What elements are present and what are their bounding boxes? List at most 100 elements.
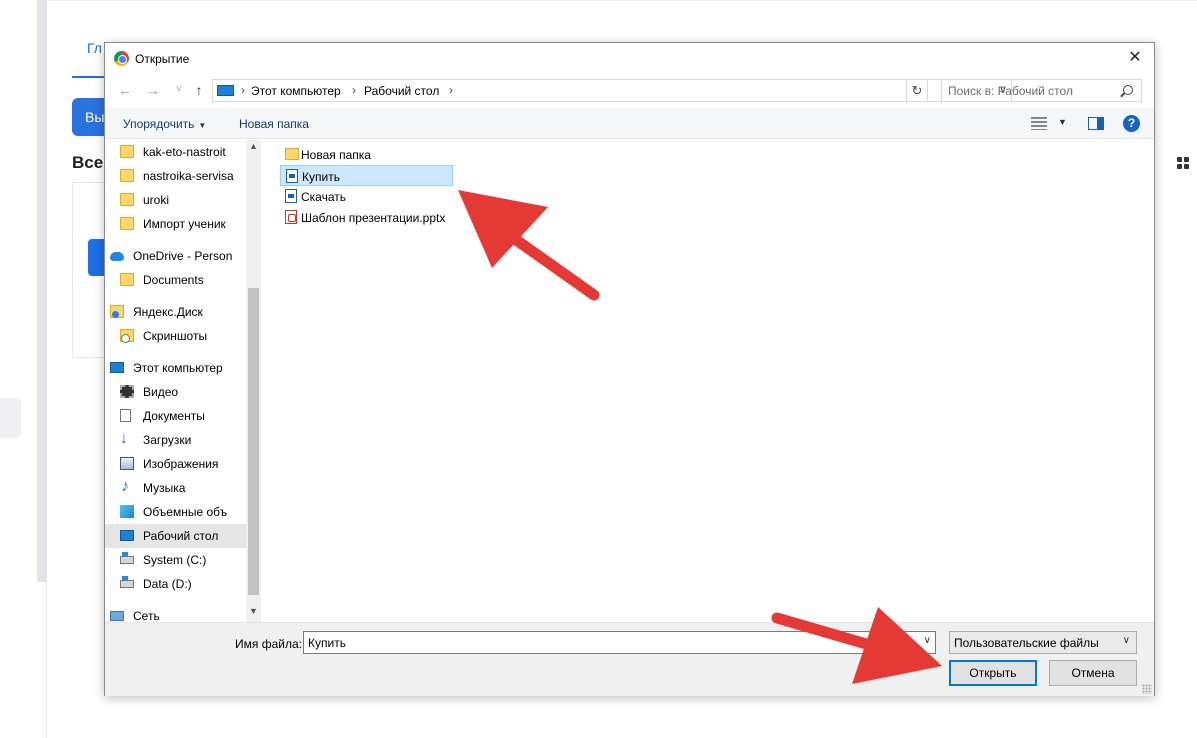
file-item[interactable]: Новая папка (280, 144, 460, 165)
back-button[interactable]: ← (117, 81, 133, 99)
pdf-icon (285, 210, 297, 224)
nav-item[interactable]: kak-eto-nastroit (105, 140, 246, 164)
document-icon (286, 169, 298, 183)
file-type-value: Пользовательские файлы (954, 636, 1099, 650)
nav-item[interactable]: Этот компьютер (105, 356, 246, 380)
filename-field[interactable]: ∨ (303, 631, 936, 654)
documents-icon (120, 409, 131, 422)
breadcrumb-desktop[interactable]: Рабочий стол (364, 84, 439, 98)
search-box[interactable] (941, 79, 1142, 102)
recent-locations-button[interactable]: ˅ (171, 81, 187, 99)
nav-scrollbar-thumb[interactable] (248, 288, 259, 595)
search-input[interactable] (948, 82, 1118, 99)
nav-item[interactable]: Загрузки (105, 428, 246, 452)
nav-item[interactable]: Музыка (105, 476, 246, 500)
nav-item-label: Импорт ученик (143, 217, 226, 231)
resize-grip-icon[interactable] (1142, 684, 1152, 694)
folder-icon (120, 217, 134, 230)
up-button[interactable]: ↑ (191, 81, 207, 99)
nav-item[interactable]: Documents (105, 268, 246, 292)
nav-item[interactable]: Изображения (105, 452, 246, 476)
nav-item[interactable]: Документы (105, 404, 246, 428)
scroll-up-icon[interactable]: ▲ (246, 141, 261, 151)
nav-item[interactable]: Яндекс.Диск (105, 300, 246, 324)
filename-input[interactable] (308, 635, 908, 651)
nav-item-label: Музыка (143, 481, 186, 495)
page-top-border (47, 0, 1197, 1)
breadcrumb-separator[interactable]: › (449, 83, 453, 97)
nav-item-label: Этот компьютер (133, 361, 223, 375)
file-name: Шаблон презентации.pptx (301, 211, 446, 225)
folder-icon (120, 193, 134, 206)
folder-icon (285, 148, 299, 160)
nav-item-label: nastroika-servisa (143, 169, 234, 183)
nav-item[interactable]: nastroika-servisa (105, 164, 246, 188)
breadcrumb-this-pc[interactable]: Этот компьютер (251, 84, 341, 98)
nav-item[interactable]: Data (D:) (105, 572, 246, 596)
nav-item[interactable]: Видео (105, 380, 246, 404)
view-options-icon[interactable] (1031, 117, 1047, 130)
nav-item-label: uroki (143, 193, 170, 207)
video-icon (120, 385, 134, 398)
help-icon[interactable]: ? (1123, 115, 1140, 132)
breadcrumb-separator[interactable]: › (241, 83, 245, 97)
folder-icon (120, 273, 134, 286)
filename-label: Имя файла: (235, 637, 302, 651)
preview-pane-icon[interactable] (1088, 117, 1104, 130)
file-name: Новая папка (301, 148, 371, 162)
file-item[interactable]: Скачать (280, 186, 460, 207)
organize-label: Упорядочить (123, 117, 195, 131)
nav-item-label: Рабочий стол (143, 529, 219, 543)
refresh-button[interactable]: ↻ (906, 79, 928, 102)
nav-item[interactable]: Сеть (105, 604, 246, 622)
open-file-dialog: Открытие ✕ ← → ˅ ↑ › Этот компьютер › Ра… (104, 42, 1155, 696)
open-button[interactable]: Открыть (949, 660, 1037, 686)
scroll-down-icon[interactable]: ▼ (246, 606, 261, 616)
nav-item-label: kak-eto-nastroit (143, 145, 226, 159)
address-bar[interactable]: › Этот компьютер › Рабочий стол › ∨ (212, 79, 1012, 102)
nav-item[interactable]: Скриншоты (105, 324, 246, 348)
page-sidebar (37, 0, 47, 582)
nav-item-label: Data (D:) (143, 577, 192, 591)
nav-item[interactable]: uroki (105, 188, 246, 212)
nav-item[interactable]: Объемные объ (105, 500, 246, 524)
forward-button[interactable]: → (145, 81, 161, 99)
nav-item[interactable]: Импорт ученик (105, 212, 246, 236)
grid-view-icon[interactable] (1177, 157, 1189, 169)
nav-item[interactable]: Рабочий стол (105, 524, 246, 548)
file-name: Купить (302, 170, 340, 184)
file-item[interactable]: Шаблон презентации.pptx (280, 207, 460, 228)
yandex-disk-icon (110, 305, 124, 318)
search-icon[interactable] (1123, 85, 1133, 95)
3d-objects-icon (120, 505, 134, 518)
desktop-icon (120, 530, 134, 541)
dialog-footer: Имя файла: ∨ Пользовательские файлы ∨ От… (105, 622, 1154, 696)
music-icon (120, 478, 134, 496)
page-divider (46, 582, 47, 738)
drive-icon (120, 552, 134, 564)
chevron-down-icon[interactable]: ∨ (924, 635, 931, 646)
chevron-down-icon[interactable]: ▼ (1058, 117, 1067, 127)
network-icon (110, 611, 124, 621)
dialog-titlebar: Открытие ✕ (105, 43, 1154, 74)
page-tab[interactable]: Гл (87, 40, 102, 56)
nav-item[interactable]: OneDrive - Person (105, 244, 246, 268)
nav-item[interactable]: System (C:) (105, 548, 246, 572)
page-side-chip[interactable] (0, 398, 21, 438)
computer-icon (110, 362, 124, 373)
close-button[interactable]: ✕ (1124, 47, 1146, 69)
page-heading: Все (72, 153, 104, 172)
navigation-pane: kak-eto-nastroit nastroika-servisa uroki Им… (105, 140, 261, 622)
file-name: Скачать (301, 190, 346, 204)
file-item[interactable]: Купить (280, 165, 453, 186)
new-folder-button[interactable]: Новая папка (239, 117, 309, 131)
organize-menu[interactable]: Упорядочить ▼ (123, 117, 206, 131)
pictures-icon (120, 457, 134, 470)
screenshots-folder-icon (120, 329, 134, 343)
dialog-toolbar: Упорядочить ▼ Новая папка ▼ ? (105, 108, 1154, 139)
file-type-select[interactable]: Пользовательские файлы ∨ (949, 631, 1137, 654)
breadcrumb-separator[interactable]: › (352, 83, 356, 97)
downloads-icon (120, 430, 132, 448)
document-icon (285, 189, 297, 203)
cancel-button[interactable]: Отмена (1049, 660, 1137, 686)
